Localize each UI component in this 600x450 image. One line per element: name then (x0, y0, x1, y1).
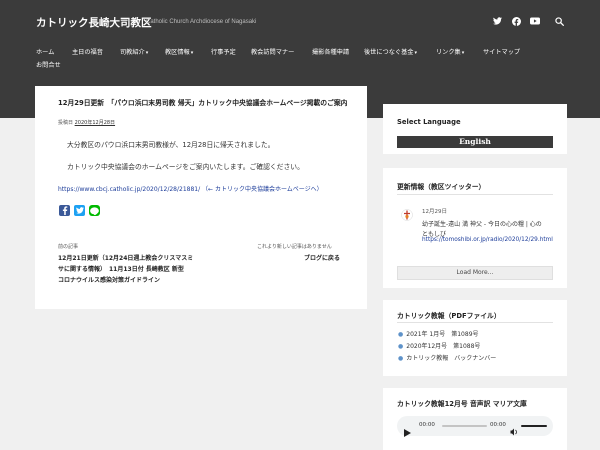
back-to-blog-link[interactable]: ブログに戻る (304, 253, 340, 264)
nav-item-diocese-info[interactable]: 教区情報▾ (165, 47, 193, 56)
prev-post-label: 前の記事 (58, 244, 79, 250)
search-icon[interactable] (553, 15, 565, 27)
nav-item-sitemap[interactable]: サイトマップ (483, 47, 520, 56)
audio-current-time: 00:00 (419, 422, 435, 428)
nav-item-contact[interactable]: お問合せ (36, 60, 61, 69)
post-card: 12月29日更新 「パウロ浜口末男司教 帰天」カトリック中央協議会ホームページ掲… (35, 86, 367, 309)
diocese-avatar[interactable] (401, 207, 413, 221)
nav-item-visit-manners[interactable]: 教会訪問マナー (251, 47, 294, 56)
pdf-widget-title: カトリック教報（PDFファイル） (397, 312, 501, 320)
chevron-down-icon: ▾ (145, 50, 149, 56)
audio-player: 00:00 00:00 (397, 416, 553, 437)
bullet-icon: ● (398, 331, 404, 338)
post-title: 12月29日更新 「パウロ浜口末男司教 帰天」カトリック中央協議会ホームページ掲… (58, 99, 348, 107)
audio-duration: 00:00 (490, 422, 506, 428)
bullet-icon: ● (398, 343, 404, 350)
site-subtitle: Catholic Church Archdiocese of Nagasaki (146, 19, 257, 25)
external-link[interactable]: https://www.cbcj.catholic.jp/2020/12/28/… (58, 186, 200, 193)
external-link-note[interactable]: （← カトリック中央協議会ホームページへ） (202, 186, 323, 193)
prev-post-link[interactable]: 12月21日更新（12月24日週上教会クリスマスミ サに関する情報） 11月13… (58, 253, 233, 286)
youtube-icon[interactable] (529, 15, 541, 27)
pdf-list-item[interactable]: ● 2020年12月号 第1088号 (398, 341, 480, 350)
volume-slider[interactable] (521, 425, 547, 427)
bullet-icon: ● (398, 355, 404, 362)
nav-item-home[interactable]: ホーム (36, 47, 54, 56)
load-more-button[interactable]: Load More... (397, 266, 553, 280)
nav-item-fund[interactable]: 後世につなぐ基金▾ (364, 47, 417, 56)
audio-widget-title: カトリック教報12月号 音声訳 マリア文庫 (397, 400, 527, 408)
nav-item-photo-permits[interactable]: 撮影各種申請 (312, 47, 349, 56)
twitter-share-icon[interactable] (74, 205, 85, 216)
pdf-list-item[interactable]: ● カトリック教報 バックナンバー (398, 353, 496, 362)
tweet-link[interactable]: https://tomoshibi.or.jp/radio/2020/12/29… (422, 237, 553, 243)
divider (397, 322, 553, 323)
next-post-label: これより新しい記事はありません (257, 244, 332, 250)
nav-item-events[interactable]: 行事予定 (211, 47, 236, 56)
site-title[interactable]: カトリック長崎大司教区 (36, 15, 152, 30)
facebook-icon[interactable] (510, 15, 522, 27)
facebook-share-icon[interactable] (59, 205, 70, 216)
nav-item-links[interactable]: リンク集▾ (436, 47, 464, 56)
nav-item-bishop[interactable]: 司教紹介▾ (120, 47, 148, 56)
chevron-down-icon: ▾ (461, 50, 465, 56)
twitter-icon[interactable] (491, 15, 503, 27)
tweets-widget-title: 更新情報（教区ツイッター） (397, 183, 486, 191)
post-paragraph: 大分教区のパウロ浜口末男司教様が、12月28日に帰天されました。 (67, 141, 275, 149)
divider (397, 194, 553, 195)
nav-item-gospel[interactable]: 主日の福音 (72, 47, 103, 56)
audio-seek-bar[interactable] (442, 425, 487, 427)
line-share-icon[interactable] (89, 205, 100, 216)
post-date-link[interactable]: 2020年12月28日 (75, 120, 115, 126)
language-widget-title: Select Language (397, 118, 461, 126)
pdf-list-item[interactable]: ● 2021年 1月号 第1089号 (398, 329, 479, 338)
volume-icon[interactable] (510, 421, 518, 440)
tweet-date: 12月29日 (422, 209, 447, 215)
play-icon[interactable] (404, 422, 411, 441)
chevron-down-icon: ▾ (190, 50, 194, 56)
language-select[interactable]: English (397, 136, 553, 148)
post-paragraph: カトリック中央協議会のホームページをご案内いたします。ご確認ください。 (67, 163, 304, 171)
chevron-down-icon: ▾ (414, 50, 418, 56)
post-meta: 投稿日 2020年12月28日 (58, 120, 116, 126)
post-link-line: https://www.cbcj.catholic.jp/2020/12/28/… (58, 184, 323, 193)
